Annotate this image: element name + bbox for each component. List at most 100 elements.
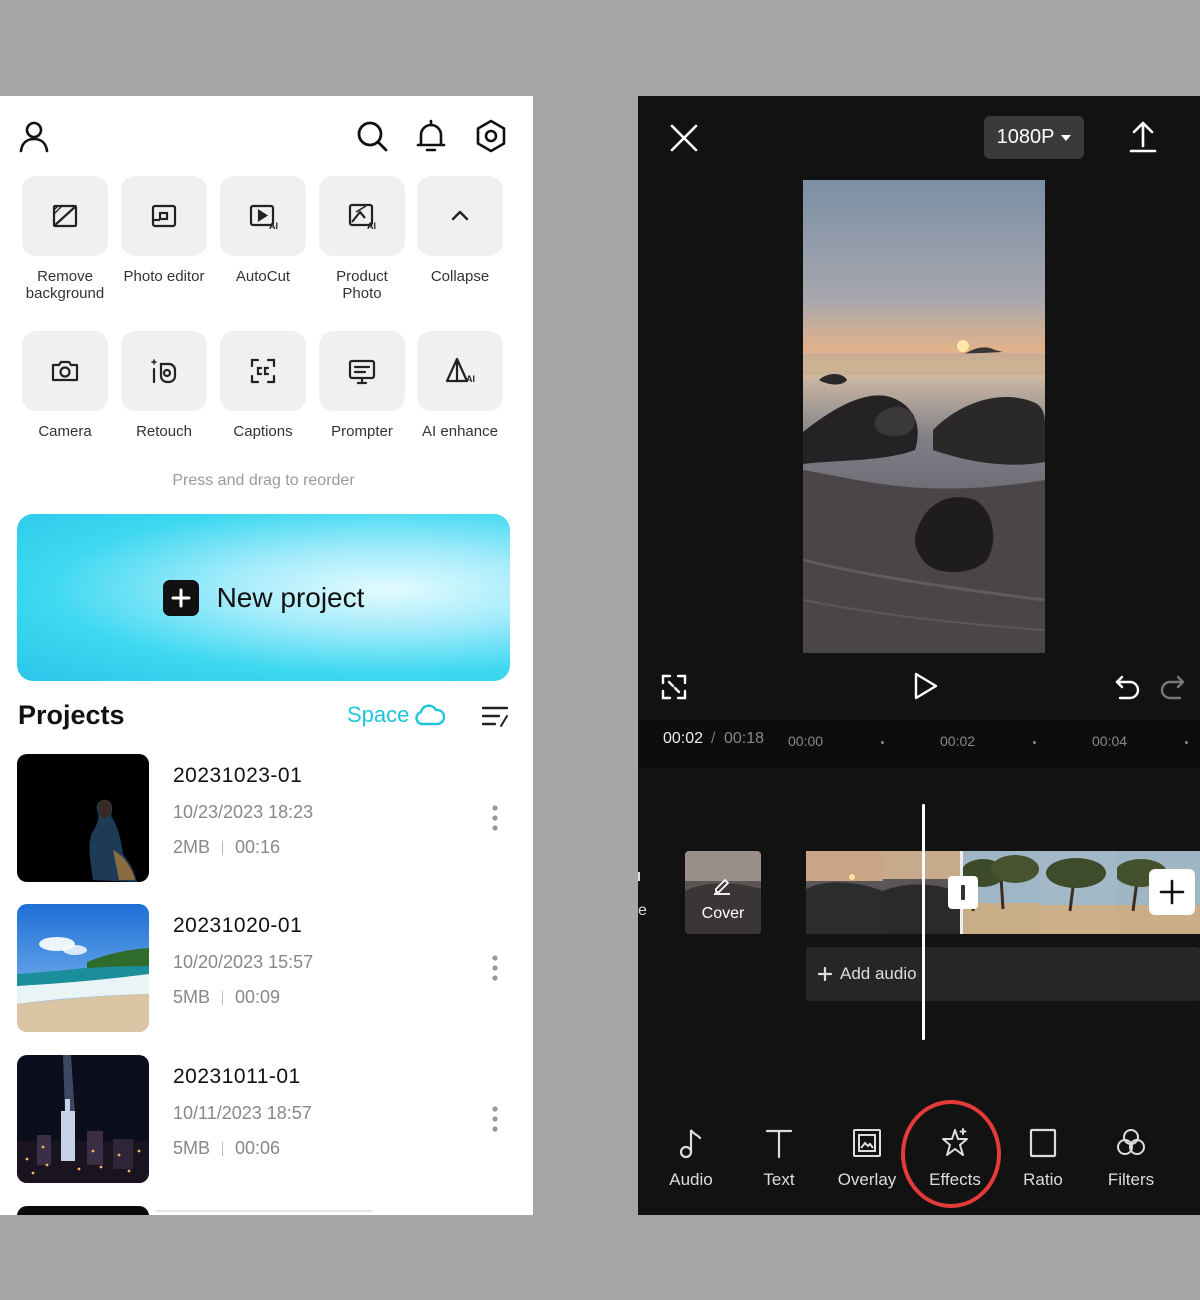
- toolbar-ratio[interactable]: Ratio: [1003, 1126, 1083, 1190]
- video-preview[interactable]: [803, 180, 1045, 653]
- more-options-icon[interactable]: [487, 1105, 503, 1133]
- tool-label: Photo editor: [123, 268, 205, 285]
- edge-marker: [638, 872, 640, 881]
- ai-enhance-icon: AI: [417, 331, 503, 411]
- profile-icon[interactable]: [16, 118, 52, 154]
- svg-text:AI: AI: [367, 221, 376, 231]
- toolbar-label: Overlay: [837, 1170, 897, 1189]
- more-options-icon[interactable]: [487, 804, 503, 832]
- clip-frame: [806, 851, 883, 934]
- project-thumbnail: [17, 904, 149, 1032]
- export-upload-icon[interactable]: [1128, 120, 1158, 154]
- home-screen: Remove background Photo editor AI AutoCu…: [0, 96, 533, 1215]
- tool-label: Product Photo: [336, 268, 388, 302]
- search-icon[interactable]: [354, 118, 390, 154]
- tool-label: Camera: [38, 423, 92, 440]
- video-clip-track[interactable]: [806, 851, 1200, 934]
- reorder-hint: Press and drag to reorder: [172, 472, 355, 489]
- photo-editor-icon: [121, 176, 207, 256]
- fullscreen-icon[interactable]: [660, 673, 688, 701]
- notification-bell-icon[interactable]: [413, 118, 449, 154]
- project-name: 20231011-01: [173, 1065, 301, 1088]
- total-time: 00:18: [724, 730, 765, 747]
- tool-autocut[interactable]: AI AutoCut: [213, 176, 313, 285]
- tool-photo-editor[interactable]: Photo editor: [114, 176, 214, 285]
- project-date: 10/20/2023 15:57: [173, 952, 314, 972]
- project-duration: 00:16: [235, 837, 281, 857]
- new-project-label: New project: [216, 581, 365, 613]
- tool-captions[interactable]: Captions: [213, 331, 313, 440]
- playhead[interactable]: [922, 804, 925, 1040]
- cover-label: Cover: [701, 905, 745, 922]
- toolbar-text[interactable]: Text: [739, 1126, 819, 1190]
- tool-label: Remove background: [25, 268, 105, 302]
- project-meta: 5MB 00:06: [173, 1138, 280, 1159]
- tool-remove-background[interactable]: Remove background: [15, 176, 115, 302]
- music-note-icon: [679, 1129, 702, 1159]
- project-item[interactable]: 20231023-01 10/23/2023 18:23 2MB 00:16: [17, 754, 517, 882]
- tool-ai-enhance[interactable]: AI AI enhance: [410, 331, 510, 440]
- edit-pencil-icon: [714, 879, 730, 895]
- toolbar-audio[interactable]: Audio: [651, 1126, 731, 1190]
- tool-product-photo[interactable]: AI Product Photo: [312, 176, 412, 302]
- project-size: 5MB: [173, 1138, 211, 1158]
- tool-label: Captions: [233, 423, 293, 440]
- ratio-icon: [1029, 1128, 1057, 1158]
- cover-button[interactable]: Cover: [685, 851, 761, 934]
- add-clip-button[interactable]: [1149, 869, 1195, 915]
- toolbar-label: Text: [763, 1170, 795, 1189]
- ruler-dot: [1185, 741, 1188, 744]
- resolution-dropdown[interactable]: 1080P: [984, 116, 1084, 159]
- toolbar-filters[interactable]: Filters: [1091, 1126, 1171, 1190]
- projects-heading: Projects: [18, 700, 125, 730]
- filters-icon: [1117, 1129, 1145, 1155]
- trim-handle[interactable]: [948, 876, 978, 909]
- redo-icon[interactable]: [1158, 673, 1186, 701]
- chevron-up-icon: [417, 176, 503, 256]
- product-photo-icon: AI: [319, 176, 405, 256]
- svg-text:AI: AI: [269, 221, 278, 231]
- project-size: 2MB: [173, 837, 211, 857]
- undo-icon[interactable]: [1114, 673, 1142, 701]
- plus-icon: [818, 967, 832, 981]
- sort-list-icon[interactable]: [480, 704, 510, 730]
- prompter-icon: [319, 331, 405, 411]
- add-audio-track[interactable]: Add audio: [806, 947, 1200, 1001]
- toolbar-label: Ratio: [1023, 1170, 1063, 1189]
- project-duration: 00:06: [235, 1138, 281, 1158]
- tool-retouch[interactable]: Retouch: [114, 331, 214, 440]
- current-time: 00:02: [663, 730, 704, 747]
- project-duration: 00:09: [235, 987, 281, 1007]
- tool-label: Collapse: [430, 268, 490, 285]
- project-date: 10/23/2023 18:23: [173, 802, 314, 822]
- new-project-button[interactable]: New project: [17, 514, 510, 681]
- effects-highlight-circle: [901, 1100, 1001, 1208]
- close-icon[interactable]: [668, 122, 700, 154]
- camera-icon: [22, 331, 108, 411]
- project-thumbnail-partial: [17, 1206, 149, 1215]
- project-item[interactable]: 20231020-01 10/20/2023 15:57 5MB 00:09: [17, 904, 517, 1032]
- project-item[interactable]: 20231011-01 10/11/2023 18:57 5MB 00:06: [17, 1055, 517, 1183]
- settings-icon[interactable]: [473, 118, 509, 154]
- space-button[interactable]: Space: [347, 702, 446, 728]
- tool-collapse[interactable]: Collapse: [410, 176, 510, 285]
- play-icon[interactable]: [910, 671, 940, 701]
- editor-screen: 1080P 00:02 / 00:18 00:00 00:02 00:04 e …: [638, 96, 1200, 1215]
- remove-background-icon: [22, 176, 108, 256]
- toolbar-overlay[interactable]: Overlay: [827, 1126, 907, 1190]
- clipped-label: e: [638, 902, 647, 919]
- ruler-tick-label: 00:04: [1092, 733, 1128, 749]
- project-meta: 5MB 00:09: [173, 987, 280, 1008]
- tool-prompter[interactable]: Prompter: [312, 331, 412, 440]
- project-thumbnail: [17, 754, 149, 882]
- ruler-tick-label: 00:00: [788, 733, 824, 749]
- autocut-icon: AI: [220, 176, 306, 256]
- caret-down-icon: [1061, 134, 1072, 141]
- project-divider-partial: [156, 1210, 372, 1212]
- project-size: 5MB: [173, 987, 211, 1007]
- more-options-icon[interactable]: [487, 954, 503, 982]
- retouch-icon: [121, 331, 207, 411]
- tool-camera[interactable]: Camera: [15, 331, 115, 440]
- cloud-icon: [415, 704, 446, 726]
- timeline-ruler[interactable]: 00:02 / 00:18 00:00 00:02 00:04: [638, 720, 1200, 768]
